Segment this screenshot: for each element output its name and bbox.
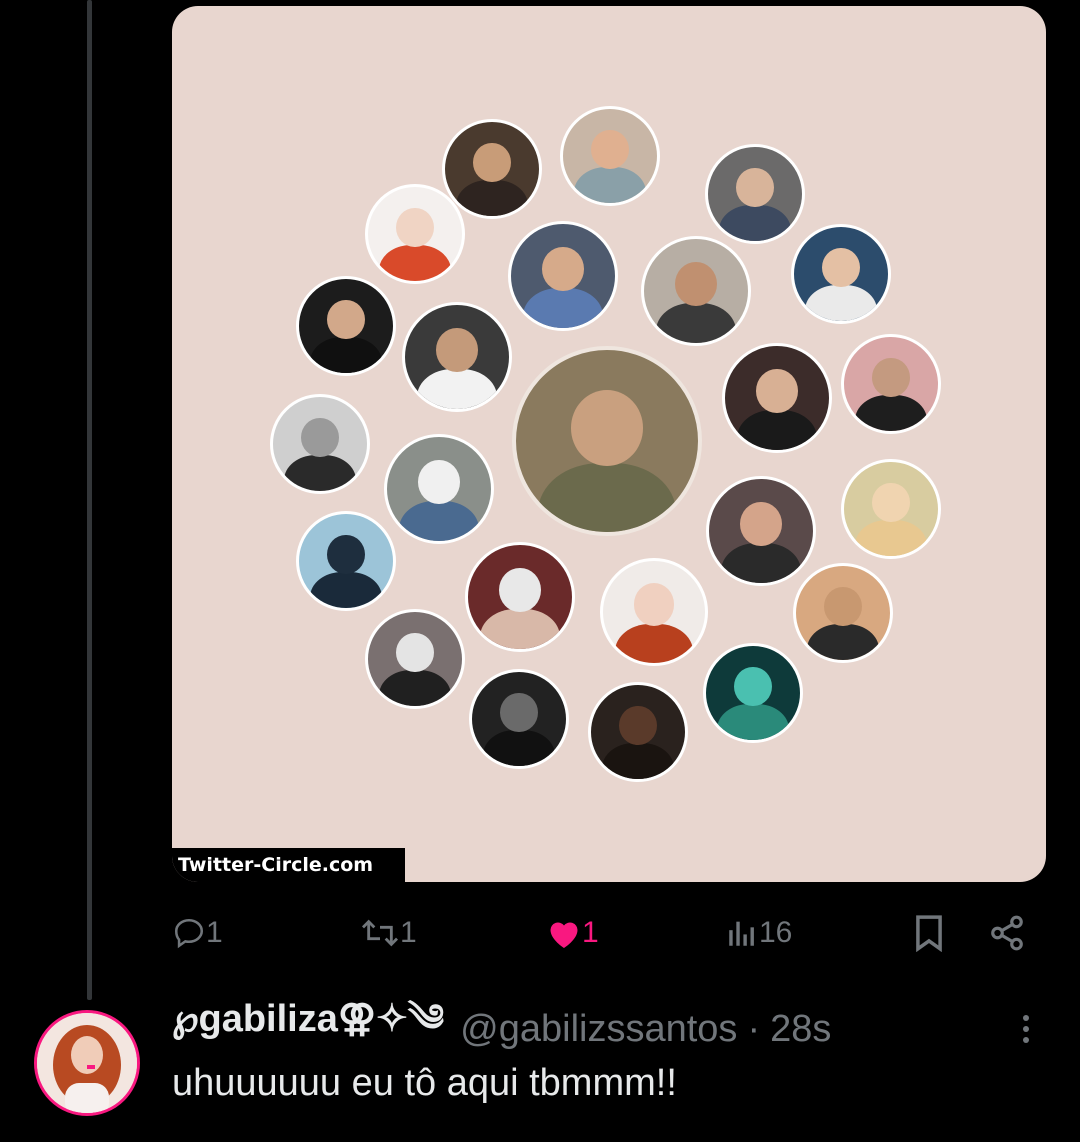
views-icon [729,921,754,946]
circle-avatar-p11 [841,334,941,434]
circle-avatar-p6 [641,236,751,346]
more-options-button[interactable] [1016,1010,1036,1050]
retweet-button[interactable]: 1 [360,905,417,961]
circle-avatar-p9 [402,302,512,412]
circle-avatar-p15 [706,476,816,586]
circle-avatar-p16 [296,511,396,611]
circle-avatar-center-louis [512,346,702,536]
reply-header: ℘gabiliza⚢✧༄ @gabilizssantos · 28s [172,998,831,1054]
avatar-photo [37,1013,137,1113]
reply-button[interactable]: 1 [172,905,223,961]
circle-avatar-p7 [791,224,891,324]
circle-avatar-p4 [365,184,465,284]
circle-avatar-p8 [296,276,396,376]
views-count: 16 [759,916,793,949]
retweet-icon [361,919,399,947]
circle-avatar-p22 [588,682,688,782]
circle-avatar-p19 [793,563,893,663]
more-dot-icon [1023,1026,1029,1032]
views-button[interactable]: 16 [725,905,792,961]
circle-avatar-p13 [384,434,494,544]
circle-avatar-p21 [469,669,569,769]
image-watermark: Twitter-Circle.com [172,848,405,882]
retweet-count: 1 [400,916,417,949]
reply-timestamp[interactable]: 28s [770,1008,831,1051]
bookmark-icon [916,915,942,952]
reply-text: uhuuuuuu eu tô aqui tbmmm!! [172,1062,677,1104]
tweet-image-card[interactable]: Twitter-Circle.com [172,6,1046,882]
circle-avatar-p10 [722,343,832,453]
share-button[interactable] [988,905,1026,961]
circle-avatar-p2 [560,106,660,206]
reply-icon [174,918,204,949]
like-button[interactable]: 1 [546,905,599,961]
circle-avatar-p5 [508,221,618,331]
share-icon [991,915,1023,951]
circle-avatar-p12 [270,394,370,494]
more-dot-icon [1023,1015,1029,1021]
reply-count: 1 [206,916,223,949]
bookmark-button[interactable] [912,905,946,961]
thread-connector-line [87,0,92,1000]
reply-handle[interactable]: @gabilizssantos [460,1008,737,1051]
circle-avatar-p20 [365,609,465,709]
circle-avatar-p3 [705,144,805,244]
tweet-action-bar: 1 1 1 16 [172,905,1052,961]
circle-avatar-p17 [465,542,575,652]
heart-icon [550,922,578,948]
more-dot-icon [1023,1037,1029,1043]
circle-avatar-p14 [841,459,941,559]
circle-avatar-p1 [442,119,542,219]
circle-avatar-p18 [600,558,708,666]
reply-separator: · [747,1007,761,1050]
circle-avatar-p23 [703,643,803,743]
reply-author-avatar[interactable] [34,1010,140,1116]
like-count: 1 [582,916,599,949]
